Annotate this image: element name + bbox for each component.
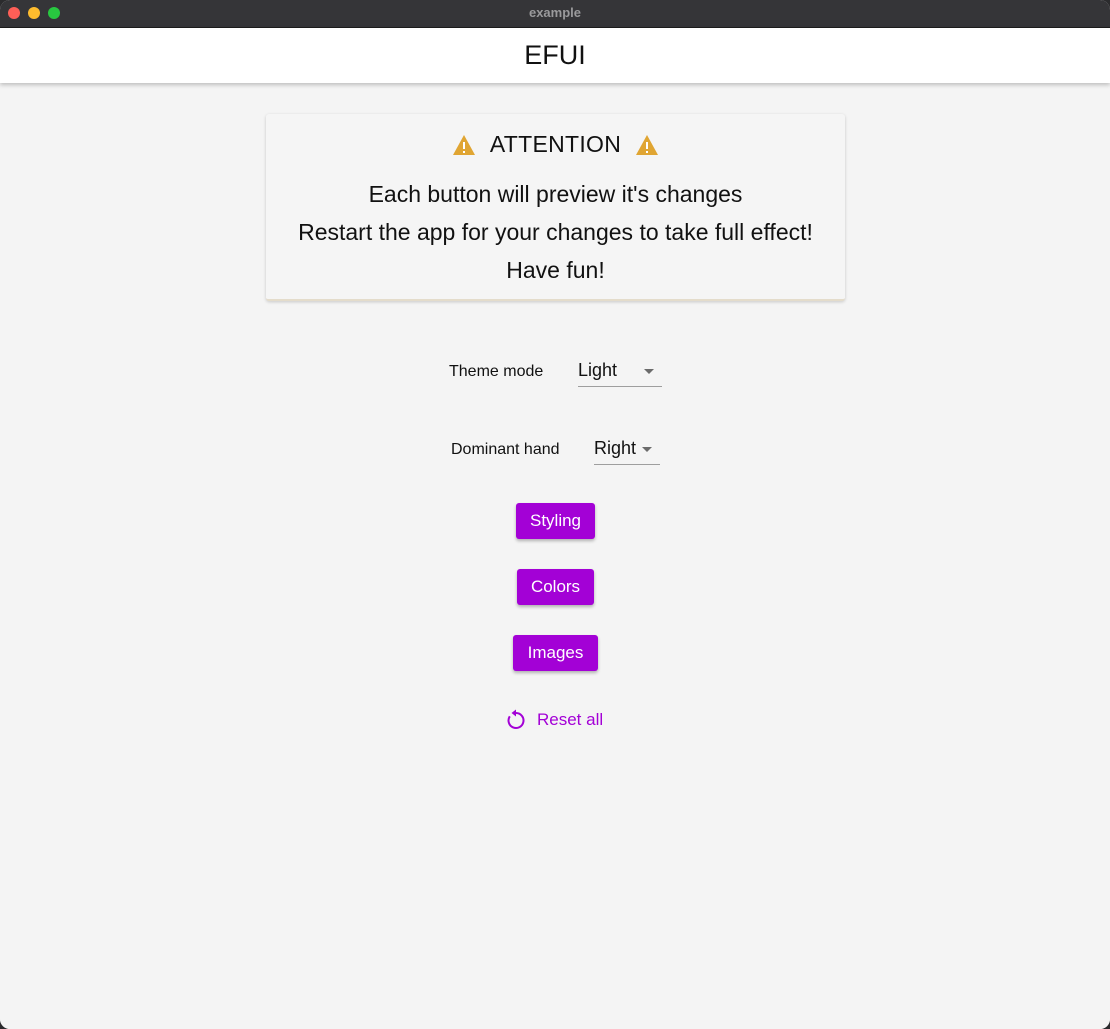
dominant-hand-dropdown[interactable]: Right <box>594 435 660 465</box>
main-content: ATTENTION Each button will preview it's … <box>0 83 1110 1029</box>
window-titlebar: example <box>0 0 1110 28</box>
attention-line-have-fun: Have fun! <box>506 257 605 283</box>
attention-title: ATTENTION <box>489 131 622 157</box>
refresh-icon <box>504 708 528 732</box>
chevron-down-icon <box>644 369 654 374</box>
colors-button[interactable]: Colors <box>517 569 594 605</box>
reset-all-button[interactable]: Reset all <box>504 705 603 735</box>
attention-header: ATTENTION <box>266 131 845 158</box>
app-title: EFUI <box>524 40 586 70</box>
attention-card: ATTENTION Each button will preview it's … <box>266 114 845 301</box>
attention-line-preview: Each button will preview it's changes <box>368 181 743 207</box>
app-bar: EFUI <box>0 28 1110 83</box>
dominant-hand-label: Dominant hand <box>451 441 560 458</box>
styling-button[interactable]: Styling <box>516 503 595 539</box>
images-button[interactable]: Images <box>513 635 598 671</box>
theme-mode-value: Light <box>578 360 618 380</box>
reset-all-label: Reset all <box>537 710 604 729</box>
app-window: example EFUI ATTENTION Each button will … <box>0 0 1110 1029</box>
theme-mode-dropdown[interactable]: Light <box>578 357 662 387</box>
attention-line-restart: Restart the app for your changes to take… <box>298 219 813 245</box>
dominant-hand-value: Right <box>594 438 637 458</box>
theme-mode-label: Theme mode <box>449 363 544 380</box>
warning-icon <box>635 134 659 156</box>
warning-icon <box>452 134 476 156</box>
window-title: example <box>528 5 582 20</box>
chevron-down-icon <box>642 447 652 452</box>
